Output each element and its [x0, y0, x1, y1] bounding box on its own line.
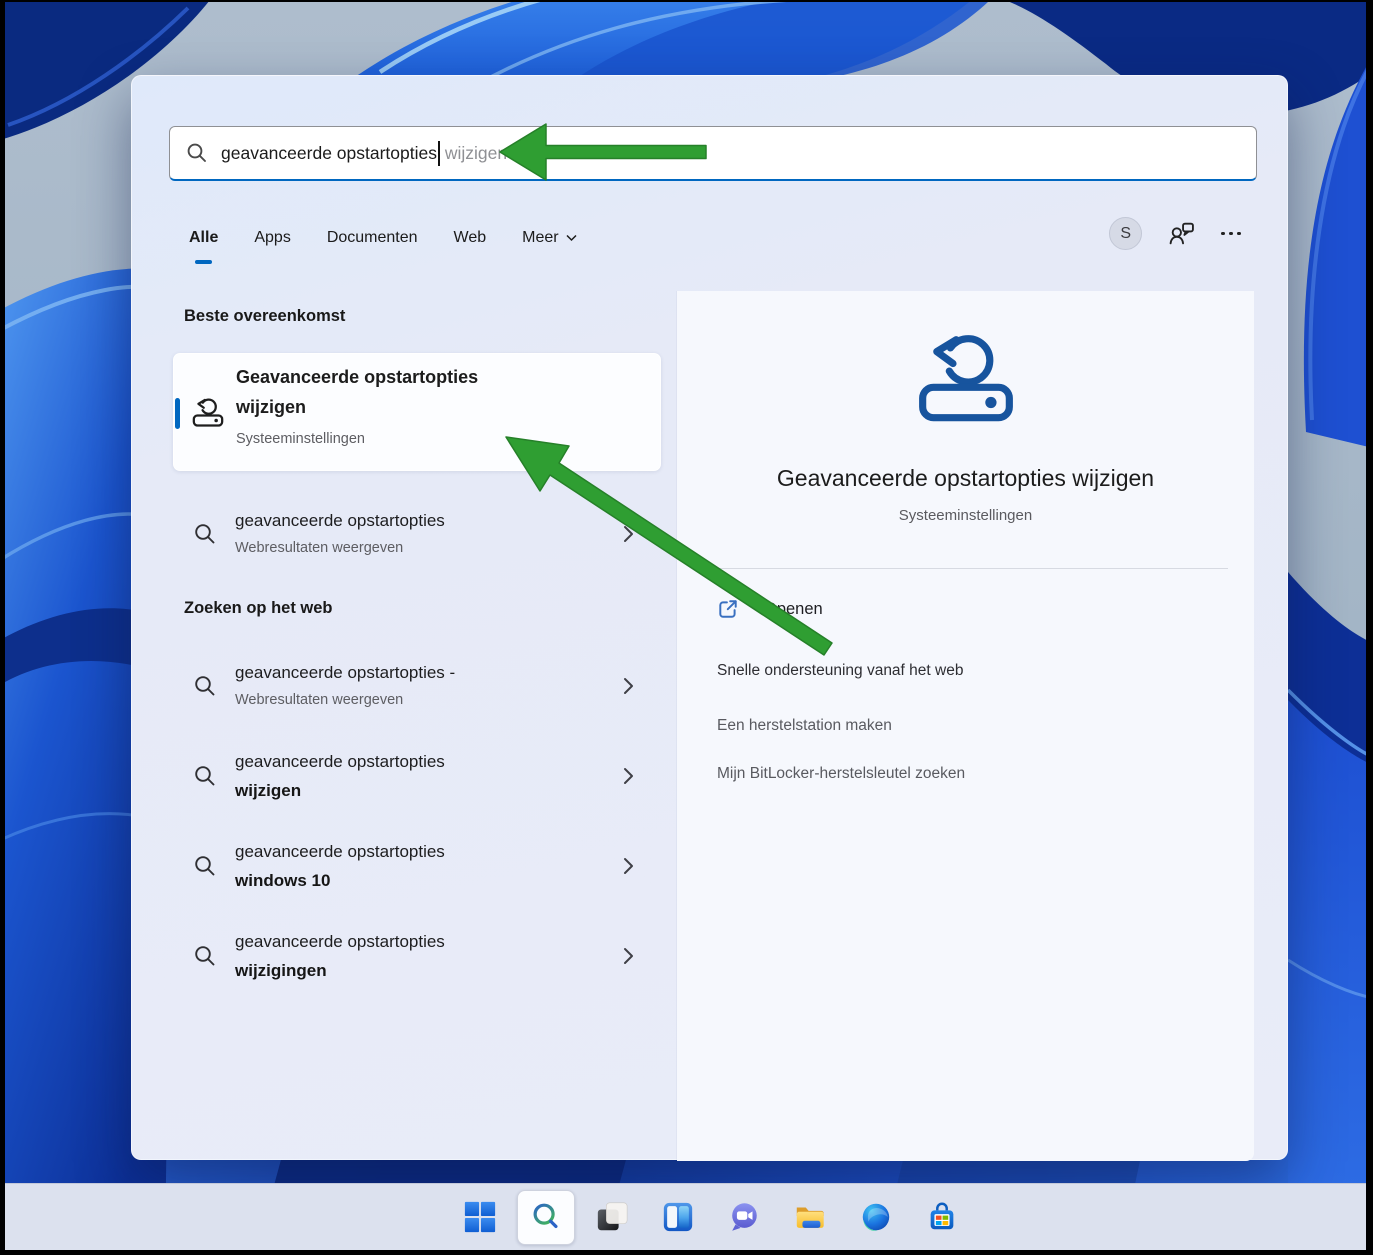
detail-link[interactable]: Mijn BitLocker-herstelsleutel zoeken [717, 759, 965, 789]
tab-apps[interactable]: Apps [254, 223, 290, 253]
result-detail-pane: Geavanceerde opstartopties wijzigen Syst… [677, 291, 1254, 1161]
search-filter-tabs: Alle Apps Documenten Web Meer [189, 223, 577, 264]
recovery-icon [192, 398, 224, 427]
tab-web[interactable]: Web [454, 223, 487, 253]
recovery-icon [918, 335, 1013, 422]
task-view-button[interactable] [594, 1193, 630, 1241]
store-button[interactable] [924, 1193, 960, 1241]
screenshot-border [0, 0, 1373, 2]
detail-subtitle: Systeeminstellingen [898, 507, 1033, 524]
taskbar-search-icon [533, 1203, 558, 1229]
search-icon [195, 676, 215, 696]
divider [717, 568, 1228, 569]
chevron-down-icon [566, 234, 577, 242]
screenshot-border [1366, 0, 1373, 1255]
chevron-right-icon [624, 948, 633, 964]
search-icon [195, 946, 215, 966]
best-match-header: Beste overeenkomst [184, 307, 346, 325]
widgets-button[interactable] [660, 1193, 696, 1241]
autocomplete-ghost-text: wijzigen [439, 142, 508, 163]
chevron-right-icon [624, 858, 633, 874]
suggestion-line2: Webresultaten weergeven [235, 540, 404, 556]
web-search-header: Zoeken op het web [184, 599, 333, 617]
tab-alle[interactable]: Alle [189, 223, 218, 264]
web-search-item[interactable]: geavanceerde opstartopties wijzigen [173, 736, 661, 816]
external-link-icon [719, 600, 737, 618]
search-icon [195, 524, 215, 544]
selection-accent-bar [175, 398, 180, 429]
chevron-right-icon [624, 678, 633, 694]
best-match-result[interactable]: Geavanceerde opstartopties wijzigen Syst… [173, 353, 661, 471]
search-flyout-panel: geavanceerde opstartopties wijzigen Alle… [131, 75, 1288, 1161]
best-match-subtitle: Systeeminstellingen [236, 431, 365, 447]
search-icon [195, 856, 215, 876]
chevron-right-icon [624, 526, 633, 542]
best-match-title: Geavanceerde opstartopties wijzigen [236, 367, 479, 417]
detail-title: Geavanceerde opstartopties wijzigen [776, 465, 1155, 491]
windows-start-icon [464, 1201, 496, 1233]
detail-link[interactable]: Een herstelstation maken [717, 711, 892, 741]
search-header-icons: S [1109, 217, 1241, 250]
edge-icon [862, 1203, 890, 1231]
taskbar-search-button[interactable] [517, 1190, 575, 1245]
avatar[interactable]: S [1109, 217, 1143, 250]
edge-button[interactable] [858, 1193, 894, 1241]
tab-documenten[interactable]: Documenten [327, 223, 418, 253]
taskbar [0, 1183, 1373, 1250]
chevron-right-icon [624, 768, 633, 784]
web-search-item[interactable]: geavanceerde opstartopties - Webresultat… [173, 646, 661, 726]
store-icon [930, 1202, 954, 1230]
widgets-icon [663, 1202, 693, 1232]
more-options-icon[interactable] [1221, 231, 1241, 236]
open-action[interactable]: Openen [717, 591, 823, 627]
chat-icon [732, 1203, 757, 1231]
suggestion-line1: geavanceerde opstartopties [235, 511, 445, 530]
search-suggestion-item[interactable]: geavanceerde opstartopties Webresultaten… [173, 500, 661, 568]
search-icon [195, 766, 215, 786]
tab-meer[interactable]: Meer [522, 223, 577, 253]
search-input[interactable]: geavanceerde opstartopties wijzigen [169, 126, 1257, 181]
detail-link[interactable]: Snelle ondersteuning vanaf het web [717, 656, 963, 686]
feedback-icon[interactable] [1168, 220, 1195, 247]
search-query-text: geavanceerde opstartopties [221, 142, 437, 163]
open-label: Openen [764, 599, 823, 618]
web-search-item[interactable]: geavanceerde opstartopties windows 10 [173, 826, 661, 906]
file-explorer-button[interactable] [792, 1193, 828, 1241]
start-button[interactable] [462, 1193, 498, 1241]
web-search-item[interactable]: geavanceerde opstartopties wijzigingen [173, 916, 661, 996]
screenshot-border [0, 1250, 1373, 1255]
file-explorer-icon [796, 1207, 824, 1228]
search-icon [187, 143, 206, 162]
task-view-icon [597, 1202, 628, 1231]
chat-button[interactable] [726, 1193, 762, 1241]
screenshot-border [0, 0, 5, 1255]
